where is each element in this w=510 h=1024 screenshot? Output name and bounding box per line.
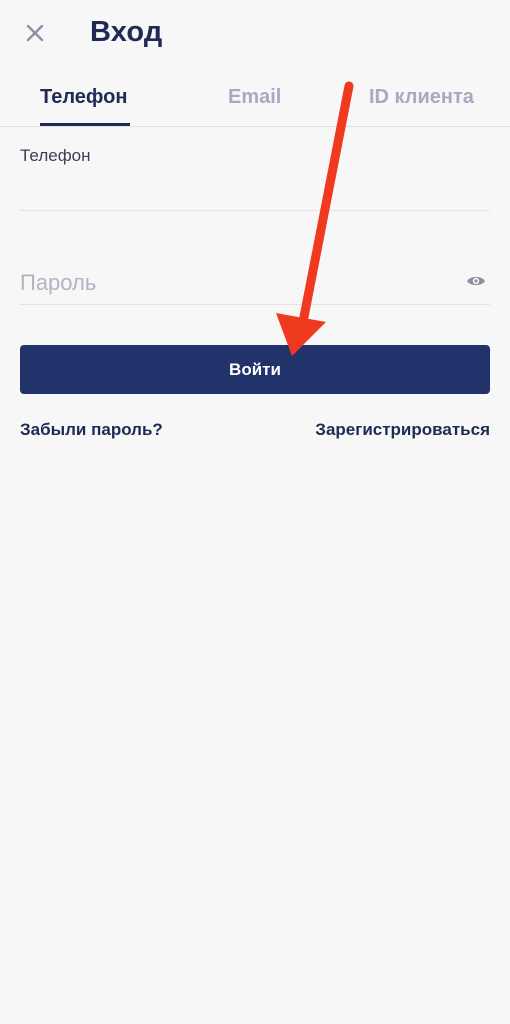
- close-button[interactable]: [22, 20, 48, 46]
- header: Вход: [0, 0, 510, 72]
- eye-icon: [467, 276, 485, 286]
- login-button[interactable]: Войти: [20, 345, 490, 394]
- phone-input[interactable]: [20, 170, 490, 206]
- login-method-tabs: Телефон Email ID клиента: [0, 80, 510, 127]
- password-field: [20, 258, 490, 305]
- close-icon: [26, 24, 44, 42]
- active-tab-indicator: [40, 123, 130, 126]
- page-title: Вход: [90, 16, 163, 48]
- tab-phone[interactable]: Телефон: [40, 86, 127, 109]
- login-screen: Вход Телефон Email ID клиента Телефон Во…: [0, 0, 510, 1024]
- tab-client-id[interactable]: ID клиента: [369, 86, 474, 109]
- tab-email[interactable]: Email: [228, 86, 281, 109]
- password-input[interactable]: [20, 266, 450, 300]
- forgot-password-link[interactable]: Забыли пароль?: [20, 420, 163, 440]
- show-password-button[interactable]: [466, 274, 486, 288]
- phone-field-label: Телефон: [20, 146, 91, 165]
- register-link[interactable]: Зарегистрироваться: [315, 420, 490, 440]
- phone-field: Телефон: [20, 130, 490, 211]
